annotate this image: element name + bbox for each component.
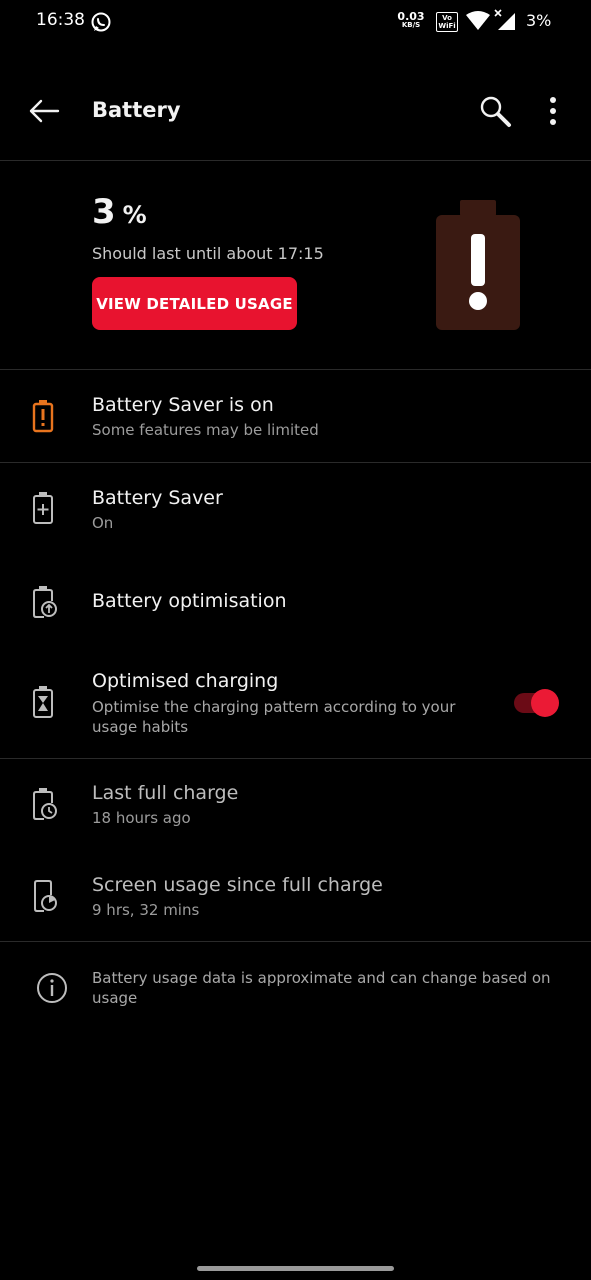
list-item-subtitle: 9 hrs, 32 mins [92, 901, 200, 919]
list-item-title: Battery optimisation [92, 590, 287, 612]
network-speed-unit: KB/S [401, 21, 421, 29]
divider [0, 941, 591, 942]
screen-usage-icon [34, 880, 57, 912]
list-item-title: Last full charge [92, 782, 239, 804]
search-icon[interactable] [478, 94, 514, 130]
battery-plus-icon [33, 492, 53, 524]
vowifi-top-label: Vo [442, 14, 452, 22]
wifi-icon [466, 11, 490, 30]
back-arrow-icon[interactable] [28, 96, 60, 126]
list-item-title: Battery Saver [92, 487, 223, 509]
battery-optimise-icon [33, 586, 57, 618]
list-item-subtitle: On [92, 514, 114, 532]
vowifi-bottom-label: WiFi [438, 22, 456, 30]
list-item-subtitle: 18 hours ago [92, 809, 191, 827]
battery-clock-icon [33, 788, 57, 820]
list-item-subtitle: Some features may be limited [92, 421, 319, 439]
divider [0, 758, 591, 759]
view-detailed-usage-button[interactable]: VIEW DETAILED USAGE [92, 277, 297, 330]
info-icon [37, 973, 67, 1003]
list-item-title: Battery Saver is on [92, 394, 274, 416]
more-vert-icon[interactable] [545, 96, 561, 128]
battery-estimate: Should last until about 17:15 [92, 244, 324, 263]
battery-hourglass-icon [33, 686, 53, 718]
home-indicator[interactable] [197, 1266, 394, 1271]
whatsapp-icon [91, 12, 111, 32]
toggle-knob [531, 689, 559, 717]
network-speed: 0.03 KB/S [396, 11, 426, 29]
status-battery-percent: 3% [526, 11, 552, 30]
battery-percent-unit: % [122, 201, 148, 229]
list-item-title: Screen usage since full charge [92, 874, 383, 896]
list-item-subtitle: Optimise the charging pattern according … [92, 698, 456, 736]
page-title: Battery [92, 98, 181, 122]
battery-percent-value: 3 [92, 192, 117, 232]
divider [0, 462, 591, 463]
battery-percent: 3% [92, 192, 148, 232]
vowifi-icon: Vo WiFi [436, 12, 458, 32]
divider [0, 369, 591, 370]
battery-alert-graphic [436, 200, 520, 330]
list-item-title: Optimised charging [92, 670, 279, 692]
signal-icon [494, 9, 515, 30]
battery-usage-note: Battery usage data is approximate and ca… [92, 969, 551, 1007]
battery-alert-icon [32, 400, 54, 433]
divider [0, 160, 591, 161]
status-time: 16:38 [36, 10, 85, 30]
